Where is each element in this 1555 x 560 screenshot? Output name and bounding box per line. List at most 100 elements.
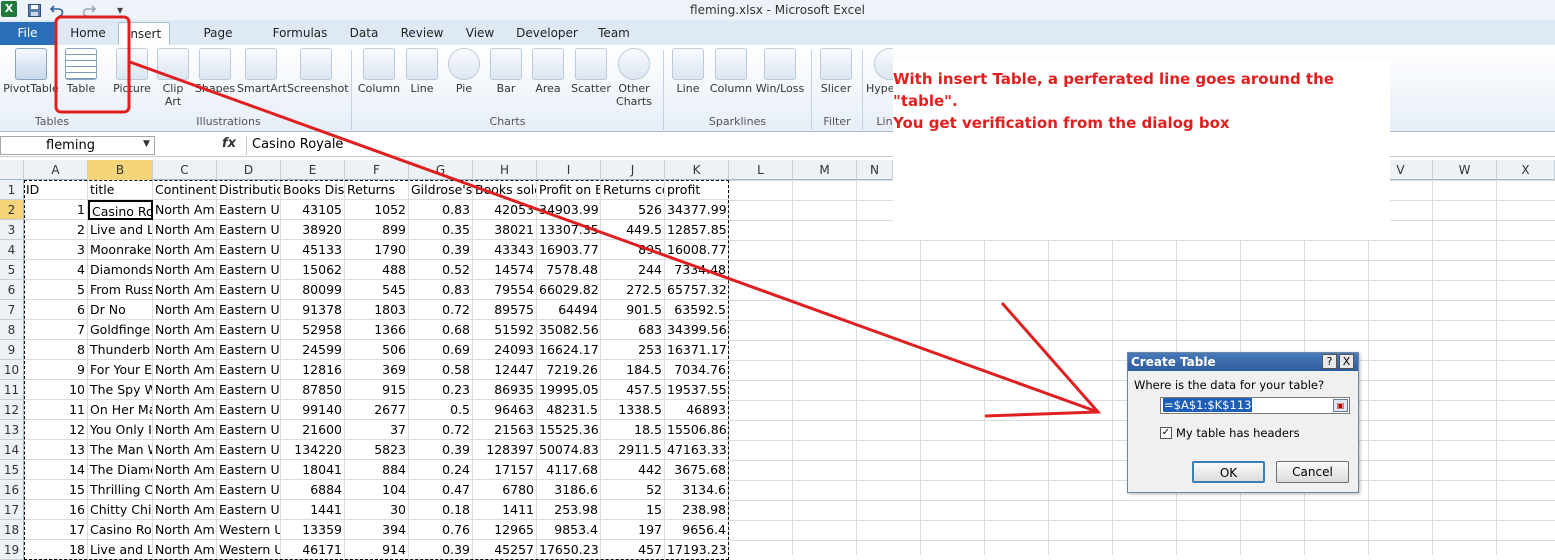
tab-formulas[interactable]: Formulas [268, 22, 332, 45]
table-cell[interactable]: 1052 [345, 200, 409, 220]
table-cell[interactable]: Goldfinge [88, 320, 153, 340]
row-header[interactable]: 1 [0, 180, 24, 200]
picture-button[interactable]: Picture [110, 48, 154, 95]
table-cell[interactable]: 369 [345, 360, 409, 380]
headers-checkbox[interactable]: ✓ [1160, 427, 1172, 439]
table-cell[interactable]: North Am [153, 500, 217, 520]
header-cell[interactable]: Gildrose's [409, 180, 473, 200]
table-cell[interactable]: 0.83 [409, 200, 473, 220]
table-cell[interactable]: North Am [153, 200, 217, 220]
table-cell[interactable]: 19537.55 [665, 380, 729, 400]
column-header[interactable]: J [601, 160, 665, 180]
table-cell[interactable]: North Am [153, 440, 217, 460]
table-cell[interactable]: 17 [24, 520, 88, 540]
row-header[interactable]: 4 [0, 240, 24, 260]
column-header[interactable]: G [409, 160, 473, 180]
table-cell[interactable]: 0.39 [409, 240, 473, 260]
table-cell[interactable]: Dr No [88, 300, 153, 320]
table-cell[interactable]: 0.68 [409, 320, 473, 340]
table-cell[interactable]: North Am [153, 520, 217, 540]
table-cell[interactable]: North Am [153, 480, 217, 500]
row-header[interactable]: 8 [0, 320, 24, 340]
table-cell[interactable]: 134220 [281, 440, 345, 460]
table-cell[interactable]: Eastern US [217, 500, 281, 520]
table-cell[interactable]: 0.24 [409, 460, 473, 480]
row-header[interactable]: 13 [0, 420, 24, 440]
table-cell[interactable]: 24093 [473, 340, 537, 360]
row-header[interactable]: 19 [0, 540, 24, 560]
column-header[interactable]: M [793, 160, 857, 180]
table-cell[interactable]: 21563 [473, 420, 537, 440]
row-header[interactable]: 18 [0, 520, 24, 540]
table-cell[interactable]: 7 [24, 320, 88, 340]
table-cell[interactable]: 5823 [345, 440, 409, 460]
row-header[interactable]: 14 [0, 440, 24, 460]
row-header[interactable]: 6 [0, 280, 24, 300]
shapes-button[interactable]: Shapes [193, 48, 237, 95]
table-cell[interactable]: Eastern US [217, 260, 281, 280]
table-cell[interactable]: 51592 [473, 320, 537, 340]
table-cell[interactable]: 42053 [473, 200, 537, 220]
header-cell[interactable]: Returns [345, 180, 409, 200]
table-cell[interactable]: Eastern US [217, 420, 281, 440]
table-cell[interactable]: 449.5 [601, 220, 665, 240]
table-cell[interactable]: 901.5 [601, 300, 665, 320]
area-chart-button[interactable]: Area [528, 48, 568, 95]
table-cell[interactable]: Live and L [88, 540, 153, 560]
table-cell[interactable]: North Am [153, 360, 217, 380]
table-cell[interactable]: 43105 [281, 200, 345, 220]
table-cell[interactable]: 24599 [281, 340, 345, 360]
table-cell[interactable]: North Am [153, 240, 217, 260]
table-cell[interactable]: 1411 [473, 500, 537, 520]
sparkline-winloss-button[interactable]: Win/Loss [755, 48, 805, 95]
table-cell[interactable]: 272.5 [601, 280, 665, 300]
table-cell[interactable]: 683 [601, 320, 665, 340]
table-cell[interactable]: North Am [153, 280, 217, 300]
table-cell[interactable]: Eastern US [217, 460, 281, 480]
table-cell[interactable]: 1338.5 [601, 400, 665, 420]
table-cell[interactable]: 21600 [281, 420, 345, 440]
bar-chart-button[interactable]: Bar [486, 48, 526, 95]
column-header[interactable]: F [345, 160, 409, 180]
sparkline-column-button[interactable]: Column [708, 48, 754, 95]
table-cell[interactable]: 99140 [281, 400, 345, 420]
table-cell[interactable]: 0.83 [409, 280, 473, 300]
table-cell[interactable]: The Man W [88, 440, 153, 460]
table-cell[interactable]: 442 [601, 460, 665, 480]
header-cell[interactable]: Distributio [217, 180, 281, 200]
insert-function-icon[interactable]: fx [222, 136, 236, 151]
pivottable-button[interactable]: PivotTable [2, 48, 60, 95]
table-cell[interactable]: 37 [345, 420, 409, 440]
table-cell[interactable]: 16008.77 [665, 240, 729, 260]
table-cell[interactable]: 2677 [345, 400, 409, 420]
table-cell[interactable]: 15506.86 [665, 420, 729, 440]
table-cell[interactable]: 506 [345, 340, 409, 360]
table-cell[interactable]: The Diamc [88, 460, 153, 480]
table-cell[interactable]: 1 [24, 200, 88, 220]
table-cell[interactable]: 35082.56 [537, 320, 601, 340]
tab-file[interactable]: File [0, 22, 55, 45]
table-cell[interactable]: 12857.85 [665, 220, 729, 240]
table-cell[interactable]: 12447 [473, 360, 537, 380]
row-header[interactable]: 10 [0, 360, 24, 380]
table-cell[interactable]: 80099 [281, 280, 345, 300]
table-cell[interactable]: Eastern US [217, 200, 281, 220]
table-cell[interactable]: Diamonds [88, 260, 153, 280]
table-cell[interactable]: 63592.5 [665, 300, 729, 320]
table-cell[interactable]: 4 [24, 260, 88, 280]
table-cell[interactable]: 0.39 [409, 540, 473, 560]
table-cell[interactable]: 0.5 [409, 400, 473, 420]
table-cell[interactable]: 545 [345, 280, 409, 300]
table-cell[interactable]: Chitty Chi [88, 500, 153, 520]
table-cell[interactable]: 4117.68 [537, 460, 601, 480]
table-cell[interactable]: 11 [24, 400, 88, 420]
tab-view[interactable]: View [460, 22, 500, 45]
table-cell[interactable]: 17193.23 [665, 540, 729, 560]
table-cell[interactable]: 8 [24, 340, 88, 360]
table-cell[interactable]: 1790 [345, 240, 409, 260]
header-cell[interactable]: Returns co [601, 180, 665, 200]
table-cell[interactable]: Western U [217, 540, 281, 560]
table-cell[interactable]: 2 [24, 220, 88, 240]
table-cell[interactable]: 0.23 [409, 380, 473, 400]
table-cell[interactable]: 64494 [537, 300, 601, 320]
